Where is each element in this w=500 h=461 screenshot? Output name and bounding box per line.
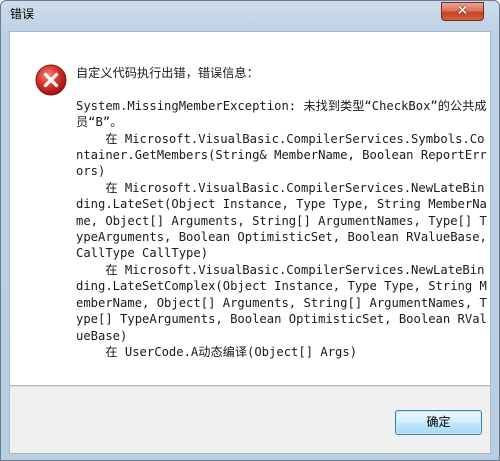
window-title: 错误 bbox=[10, 7, 35, 21]
error-dialog: 错误 ✕ 自定义代码执行出错，错误信息： System.MissingMembe… bbox=[0, 0, 500, 461]
close-icon: ✕ bbox=[456, 3, 469, 19]
error-x-icon bbox=[35, 64, 67, 96]
close-button[interactable]: ✕ bbox=[441, 2, 484, 21]
button-bar: 确定 bbox=[9, 386, 491, 454]
title-bar[interactable]: 错误 ✕ bbox=[1, 1, 499, 28]
error-message-text: 自定义代码执行出错，错误信息： System.MissingMemberExce… bbox=[76, 66, 487, 359]
message-area: 自定义代码执行出错，错误信息： System.MissingMemberExce… bbox=[9, 31, 491, 386]
ok-button[interactable]: 确定 bbox=[395, 410, 482, 435]
